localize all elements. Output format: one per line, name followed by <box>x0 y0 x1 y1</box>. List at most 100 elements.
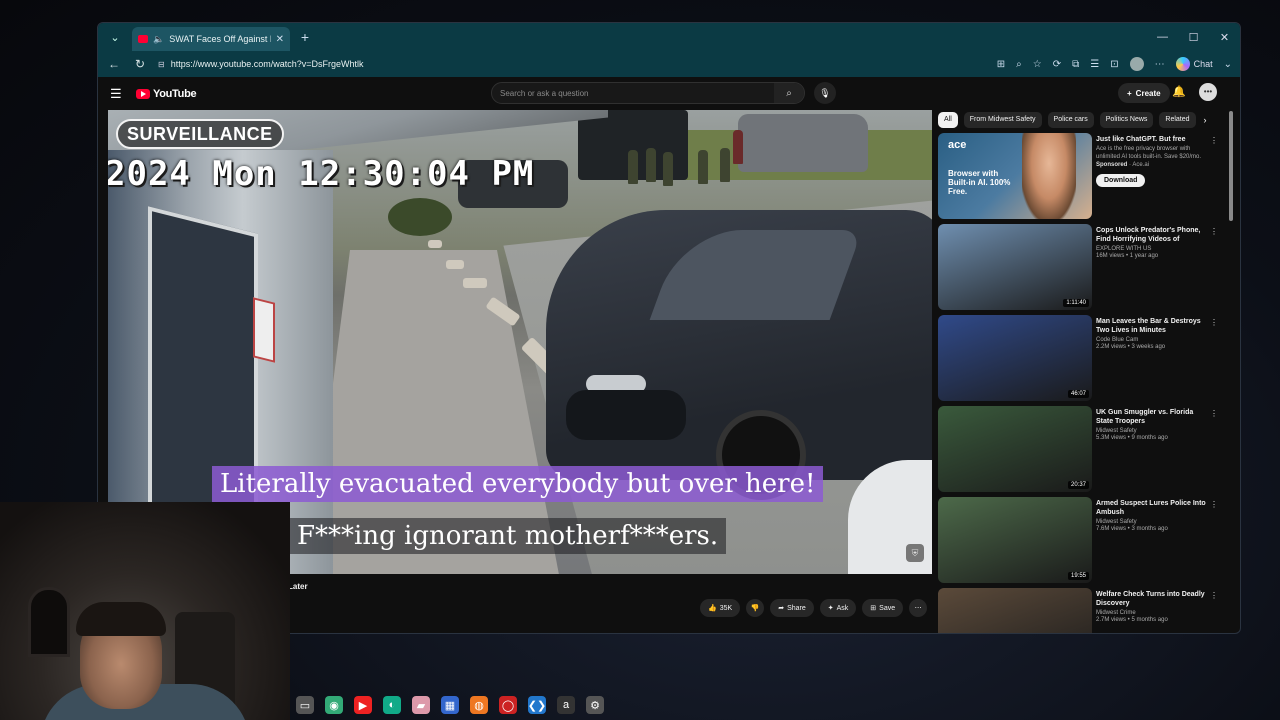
file-explorer-icon[interactable]: ▭ <box>296 696 314 714</box>
video-thumbnail[interactable] <box>938 588 1092 633</box>
recommendation-card[interactable]: 46:07 Man Leaves the Bar & Destroys Two L… <box>938 315 1228 401</box>
recommendation-info: Welfare Check Turns into Deadly Discover… <box>1096 590 1208 623</box>
collections-icon[interactable]: ⊡ <box>1110 59 1118 70</box>
chip-all[interactable]: All <box>938 112 958 128</box>
video-thumbnail[interactable]: 46:07 <box>938 315 1092 401</box>
ad-description: Ace is the free privacy browser with unl… <box>1096 146 1202 160</box>
store-icon[interactable]: ▦ <box>441 696 459 714</box>
close-tab-icon[interactable]: ✕ <box>276 34 284 45</box>
video-thumbnail[interactable]: 19:55 <box>938 497 1092 583</box>
close-window-icon[interactable]: ✕ <box>1209 31 1240 44</box>
recommendation-channel[interactable]: Code Blue Cam <box>1096 337 1208 343</box>
scrollbar-thumb[interactable] <box>1229 111 1233 221</box>
recommendation-card[interactable]: 1:11:40 Cops Unlock Predator's Phone, Fin… <box>938 224 1228 310</box>
recommendation-meta: 7.6M views • 3 months ago <box>1096 526 1168 532</box>
taskbar: ▭ ◉ ▶ ◐ ▰ ▦ ◍ ◯ ❮❯ a ⚙ <box>290 690 1280 720</box>
chevron-right-icon[interactable]: › <box>1204 115 1207 125</box>
address-bar[interactable]: ⊟ https://www.youtube.com/watch?v=DsFrge… <box>158 54 978 74</box>
recommendation-title[interactable]: Armed Suspect Lures Police Into Ambush <box>1096 499 1208 517</box>
recommendations-sidebar: All From Midwest Safety Police cars Poli… <box>938 111 1228 633</box>
copilot-chat-button[interactable]: Chat <box>1175 57 1213 71</box>
more-vertical-icon[interactable]: ⋮ <box>1210 136 1218 145</box>
like-button[interactable]: 👍 35K <box>700 599 741 617</box>
ad-card[interactable]: ace Browser with Built-in AI. 100% Free.… <box>938 133 1228 219</box>
edge-icon[interactable]: ◐ <box>383 696 401 714</box>
more-actions-button[interactable]: ⋯ <box>909 599 928 617</box>
minimize-icon[interactable]: — <box>1147 31 1178 44</box>
subtitle-line-2: F***ing ignorant motherf***ers. <box>289 518 727 554</box>
settings-icon[interactable]: ⚙ <box>586 696 604 714</box>
recommendation-channel[interactable]: EXPLORE WITH US <box>1096 246 1208 252</box>
browser-tab[interactable]: 🔈 SWAT Faces Off Against Killer ✕ <box>132 27 290 51</box>
more-vertical-icon[interactable]: ⋮ <box>1210 409 1218 418</box>
webcam-overlay <box>0 502 290 720</box>
menu-icon[interactable]: ☰ <box>110 86 128 102</box>
more-vertical-icon[interactable]: ⋮ <box>1210 500 1218 509</box>
chip-from-midwest-safety[interactable]: From Midwest Safety <box>963 112 1042 128</box>
zoom-icon[interactable]: ⌕ <box>1016 59 1022 70</box>
vscode-icon[interactable]: ❮❯ <box>528 696 546 714</box>
extensions-icon[interactable]: ⟳ <box>1053 59 1061 70</box>
recommendation-title[interactable]: Man Leaves the Bar & Destroys Two Lives … <box>1096 317 1208 335</box>
video-shrub <box>388 198 452 236</box>
youtube-play-icon <box>136 89 150 99</box>
ad-title[interactable]: Just like ChatGPT. But free <box>1096 135 1208 144</box>
profile-avatar[interactable] <box>1129 57 1144 71</box>
refresh-icon[interactable]: ↻ <box>132 57 148 71</box>
plus-icon: + <box>1127 88 1132 98</box>
chrome-icon[interactable]: ◉ <box>325 696 343 714</box>
search-icon[interactable]: ⌕ <box>774 83 804 103</box>
channel-watermark-icon[interactable]: ⛨ <box>906 544 924 562</box>
youtube-logo[interactable]: YouTube <box>136 88 197 100</box>
new-tab-icon[interactable]: + <box>294 29 316 45</box>
sidebar-scrollbar[interactable] <box>1229 111 1235 631</box>
chevron-down-icon[interactable]: ⌄ <box>1224 59 1232 70</box>
recommendation-channel[interactable]: Midwest Safety <box>1096 519 1208 525</box>
ad-download-button[interactable]: Download <box>1096 174 1146 187</box>
chip-related[interactable]: Related <box>1159 112 1196 128</box>
recommendation-channel[interactable]: Midwest Crime <box>1096 610 1208 616</box>
video-duration: 1:11:40 <box>1063 299 1089 307</box>
opera-icon[interactable]: ◯ <box>499 696 517 714</box>
recommendation-card[interactable]: Welfare Check Turns into Deadly Discover… <box>938 588 1228 633</box>
recommendation-title[interactable]: Cops Unlock Predator's Phone, Find Horri… <box>1096 226 1208 244</box>
save-button[interactable]: ⊞ Save <box>862 599 904 617</box>
voice-search-icon[interactable]: 🎙 <box>814 82 836 104</box>
notifications-bell-icon[interactable]: 🔔 <box>1172 85 1186 98</box>
amazon-icon[interactable]: a <box>557 696 575 714</box>
maximize-icon[interactable]: ☐ <box>1178 31 1209 44</box>
more-vertical-icon[interactable]: ⋮ <box>1210 591 1218 600</box>
speaker-icon[interactable]: 🔈 <box>153 34 164 45</box>
create-button[interactable]: + Create <box>1118 83 1170 103</box>
recommendation-card[interactable]: 19:55 Armed Suspect Lures Police Into Amb… <box>938 497 1228 583</box>
account-avatar[interactable]: ••• <box>1199 83 1217 101</box>
more-vertical-icon[interactable]: ⋮ <box>1210 227 1218 236</box>
chip-politics-news[interactable]: Politics News <box>1099 112 1154 128</box>
recommendation-channel[interactable]: Midwest Safety <box>1096 428 1208 434</box>
favorites-icon[interactable]: ☰ <box>1090 59 1099 70</box>
ad-thumbnail[interactable]: ace Browser with Built-in AI. 100% Free. <box>938 133 1092 219</box>
share-button[interactable]: ➦ Share <box>770 599 814 617</box>
dislike-button[interactable]: 👎 <box>746 599 765 617</box>
split-screen-icon[interactable]: ⧉ <box>1072 59 1079 70</box>
recommendation-card[interactable]: 20:37 UK Gun Smuggler vs. Florida State T… <box>938 406 1228 492</box>
more-icon[interactable]: ⋯ <box>1155 59 1165 70</box>
favorite-star-icon[interactable]: ☆ <box>1033 59 1042 70</box>
video-info-bar: Later 👍 35K 👎 ➦ Share ✦ Ask ⊞ Save ⋯ <box>288 574 938 633</box>
recommendation-title[interactable]: Welfare Check Turns into Deadly Discover… <box>1096 590 1208 608</box>
youtube-icon[interactable]: ▶ <box>354 696 372 714</box>
tab-actions-icon[interactable]: ⌄ <box>104 26 126 48</box>
more-vertical-icon[interactable]: ⋮ <box>1210 318 1218 327</box>
ad-info: Just like ChatGPT. But free Ace is the f… <box>1096 135 1208 187</box>
ask-button[interactable]: ✦ Ask <box>819 599 857 617</box>
back-arrow-icon[interactable]: ← <box>106 57 122 71</box>
app-available-icon[interactable]: ⊞ <box>997 59 1005 70</box>
video-thumbnail[interactable]: 20:37 <box>938 406 1092 492</box>
site-info-icon[interactable]: ⊟ <box>158 60 165 69</box>
firefox-icon[interactable]: ◍ <box>470 696 488 714</box>
recommendation-title[interactable]: UK Gun Smuggler vs. Florida State Troope… <box>1096 408 1208 426</box>
chip-police-cars[interactable]: Police cars <box>1047 112 1094 128</box>
folder-icon[interactable]: ▰ <box>412 696 430 714</box>
video-thumbnail[interactable]: 1:11:40 <box>938 224 1092 310</box>
search-input[interactable]: Search or ask a question ⌕ <box>491 82 805 104</box>
